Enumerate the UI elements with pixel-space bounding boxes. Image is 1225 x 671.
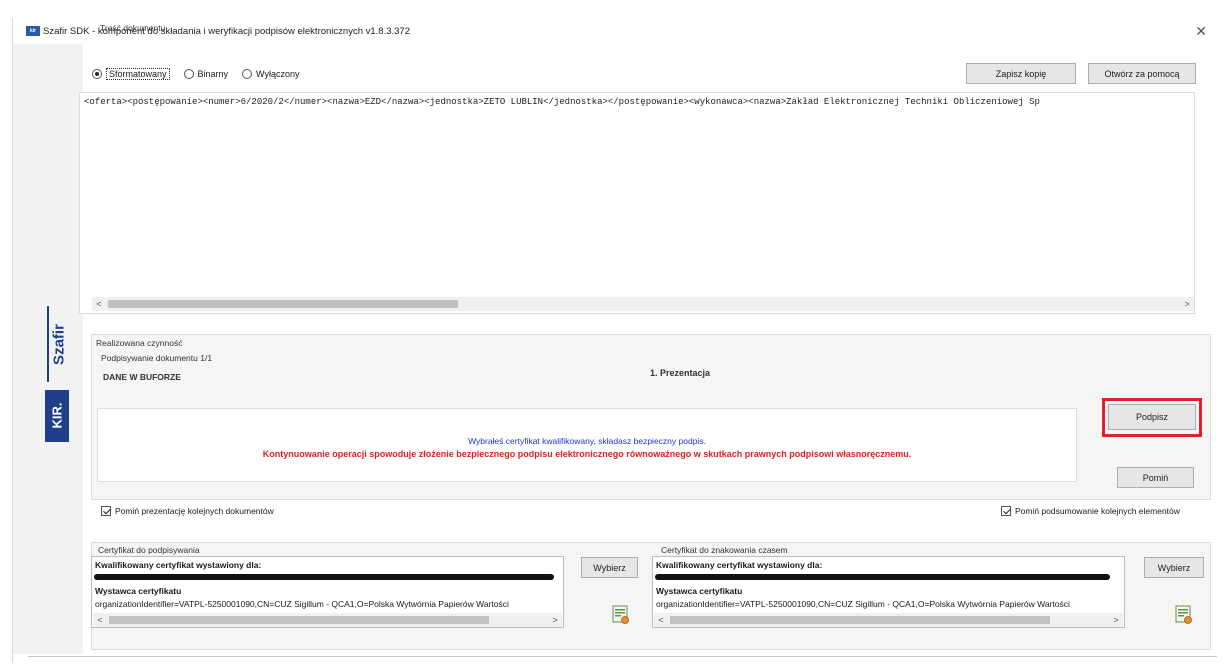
activity-subtitle: Podpisywanie dokumentu 1/1	[101, 353, 213, 363]
scroll-thumb[interactable]	[670, 616, 1050, 624]
timestamp-cert-group-title: Certyfikat do znakowania czasem	[661, 545, 788, 555]
sign-button-highlight	[1102, 398, 1202, 437]
scroll-left-icon[interactable]: <	[92, 297, 106, 311]
checkbox-checked-icon	[1001, 506, 1011, 516]
buffer-label: DANE W BUFORZE	[103, 372, 181, 382]
document-mode-group: Sformatowany Binarny Wyłączony	[92, 68, 299, 80]
redacted-subject	[94, 574, 554, 580]
scroll-right-icon[interactable]: >	[1180, 297, 1194, 311]
skip-button[interactable]: Pomiń	[1117, 467, 1194, 488]
skip-summary-label: Pomiń podsumowanie kolejnych elementów	[1015, 506, 1180, 516]
kir-logo: KIR.	[45, 390, 69, 442]
step-label: 1. Prezentacja	[650, 368, 711, 378]
app-icon: kir	[26, 26, 40, 36]
signing-cert-issuer-label: Wystawca certyfikatu	[95, 586, 182, 596]
signing-cert-box: Kwalifikowany certyfikat wystawiony dla:…	[91, 556, 564, 628]
scroll-right-icon[interactable]: >	[548, 613, 562, 627]
open-with-button[interactable]: Otwórz za pomocą	[1088, 63, 1196, 84]
mode-radio-formatted[interactable]: Sformatowany	[92, 68, 170, 80]
document-hscrollbar[interactable]: < >	[92, 297, 1194, 311]
mode-label-binary: Binarny	[197, 69, 229, 79]
signing-cert-hscrollbar[interactable]: < >	[93, 613, 562, 627]
warning-message-red: Kontynuowanie operacji spowoduje złożeni…	[262, 449, 912, 459]
kir-logo-text: KIR.	[49, 402, 65, 429]
document-group-title: Treść dokumentu	[100, 23, 166, 33]
mode-radio-binary[interactable]: Binarny	[183, 69, 229, 79]
sign-info-box: Wybrałeś certyfikat kwalifikowany, skład…	[97, 408, 1077, 482]
signing-cert-issued-for-label: Kwalifikowany certyfikat wystawiony dla:	[95, 560, 262, 570]
signing-cert-issuer-value: organizationIdentifier=VATPL-5250001090,…	[95, 599, 509, 609]
radio-selected-icon	[92, 69, 102, 79]
timestamp-cert-issuer-label: Wystawca certyfikatu	[656, 586, 743, 596]
scroll-right-icon[interactable]: >	[1109, 613, 1123, 627]
certificate-icon[interactable]	[612, 605, 630, 625]
radio-icon	[242, 69, 253, 79]
timestamp-cert-hscrollbar[interactable]: < >	[654, 613, 1123, 627]
sidebar: Szafir KIR.	[13, 44, 83, 654]
timestamp-cert-choose-button[interactable]: Wybierz	[1144, 557, 1204, 578]
szafir-logo-text: Szafir	[50, 324, 68, 365]
info-message-blue: Wybrałeś certyfikat kwalifikowany, skład…	[468, 436, 706, 446]
save-copy-button[interactable]: Zapisz kopię	[966, 63, 1076, 84]
timestamp-cert-box: Kwalifikowany certyfikat wystawiony dla:…	[652, 556, 1125, 628]
scroll-left-icon[interactable]: <	[654, 613, 668, 627]
mode-radio-disabled[interactable]: Wyłączony	[242, 69, 299, 79]
mode-label-formatted: Sformatowany	[106, 68, 170, 80]
signing-cert-choose-button[interactable]: Wybierz	[581, 557, 638, 578]
signing-cert-group-title: Certyfikat do podpisywania	[98, 545, 200, 555]
window-title: Szafir SDK - komponent do składania i we…	[43, 26, 410, 37]
scroll-left-icon[interactable]: <	[93, 613, 107, 627]
timestamp-cert-issuer-value: organizationIdentifier=VATPL-5250001090,…	[656, 599, 1070, 609]
scroll-thumb[interactable]	[108, 300, 458, 308]
document-content-area[interactable]: <oferta><postępowanie><numer>6/2020/2</n…	[79, 92, 1195, 314]
certificate-icon[interactable]	[1175, 605, 1193, 625]
skip-presentation-checkbox[interactable]: Pomiń prezentację kolejnych dokumentów	[101, 506, 274, 516]
checkbox-checked-icon	[101, 506, 111, 516]
mode-label-disabled: Wyłączony	[256, 69, 300, 79]
radio-icon	[183, 69, 194, 79]
scroll-thumb[interactable]	[109, 616, 489, 624]
activity-group-title: Realizowana czynność	[96, 338, 183, 348]
title-bar: kir Szafir SDK - komponent do składania …	[13, 18, 1217, 44]
bottom-divider	[28, 656, 1217, 657]
szafir-logo: Szafir	[47, 306, 68, 382]
skip-summary-checkbox[interactable]: Pomiń podsumowanie kolejnych elementów	[1001, 506, 1180, 516]
close-icon[interactable]: ✕	[1195, 23, 1207, 40]
document-content-text: <oferta><postępowanie><numer>6/2020/2</n…	[84, 97, 1040, 107]
skip-presentation-label: Pomiń prezentację kolejnych dokumentów	[115, 506, 274, 516]
redacted-subject	[655, 574, 1110, 580]
timestamp-cert-issued-for-label: Kwalifikowany certyfikat wystawiony dla:	[656, 560, 823, 570]
